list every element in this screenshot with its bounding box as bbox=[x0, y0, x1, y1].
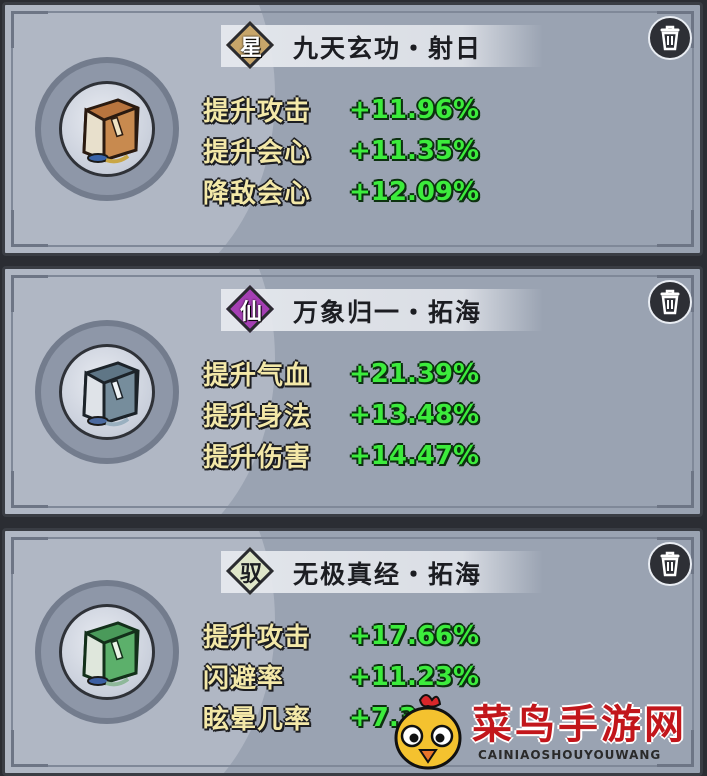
stat-row: 提升攻击 +11.96% bbox=[203, 89, 479, 130]
book-icon bbox=[82, 621, 140, 687]
stat-name: 提升身法 bbox=[203, 402, 312, 432]
stat-value: +12.09% bbox=[349, 176, 480, 207]
trash-icon bbox=[660, 25, 680, 51]
skill-card: 星 九天玄功・射日 提升攻击 +11.96% 提升会心 +11.35% 降敌会心… bbox=[2, 2, 703, 256]
corner-ornament bbox=[11, 11, 48, 48]
delete-button[interactable] bbox=[648, 542, 692, 586]
stat-name: 闪避率 bbox=[203, 664, 285, 694]
watermark-brand: 菜鸟手游网 bbox=[472, 702, 687, 748]
rank-label: 仙 bbox=[239, 299, 262, 325]
stat-name: 降敌会心 bbox=[203, 179, 312, 209]
skill-title: 九天玄功・射日 bbox=[293, 34, 483, 63]
skill-title: 万象归一・拓海 bbox=[293, 298, 483, 327]
stat-list: 提升气血 +21.39% 提升身法 +13.48% 提升伤害 +14.47% bbox=[203, 353, 479, 476]
delete-button[interactable] bbox=[648, 16, 692, 60]
stat-row: 降敌会心 +12.09% bbox=[203, 171, 479, 212]
skill-title: 无极真经・拓海 bbox=[293, 560, 483, 589]
rank-label: 驭 bbox=[239, 561, 262, 587]
stat-row: 提升伤害 +14.47% bbox=[203, 435, 479, 476]
rank-badge: 仙 bbox=[225, 284, 275, 334]
corner-ornament bbox=[11, 730, 48, 767]
rank-badge: 星 bbox=[225, 20, 275, 70]
stat-row: 提升气血 +21.39% bbox=[203, 353, 479, 394]
stat-value: +11.23% bbox=[349, 661, 480, 692]
skill-icon-slot[interactable] bbox=[35, 319, 179, 464]
stat-row: 提升身法 +13.48% bbox=[203, 394, 479, 435]
delete-button[interactable] bbox=[648, 280, 692, 324]
stat-row: 提升攻击 +17.66% bbox=[203, 615, 479, 656]
skill-icon-background bbox=[59, 81, 155, 177]
stat-name: 提升攻击 bbox=[203, 97, 312, 127]
book-icon bbox=[82, 360, 140, 426]
stat-value: +14.47% bbox=[349, 440, 480, 471]
watermark-url: CAINIAOSHOUYOUWANG bbox=[478, 748, 662, 762]
corner-ornament bbox=[657, 210, 694, 247]
skill-card: 仙 万象归一・拓海 提升气血 +21.39% 提升身法 +13.48% 提升伤害… bbox=[2, 266, 703, 517]
stat-value: +21.39% bbox=[349, 358, 480, 389]
stat-value: +13.48% bbox=[349, 399, 480, 430]
skill-icon-slot[interactable] bbox=[35, 580, 179, 724]
book-icon bbox=[82, 98, 140, 164]
stat-name: 提升会心 bbox=[203, 138, 312, 168]
stat-row: 提升会心 +11.35% bbox=[203, 130, 479, 171]
stat-value: +11.35% bbox=[349, 135, 480, 166]
rank-label: 星 bbox=[239, 35, 262, 61]
stat-name: 提升气血 bbox=[203, 361, 312, 391]
corner-ornament bbox=[11, 275, 48, 312]
corner-ornament bbox=[657, 471, 694, 508]
stat-name: 提升攻击 bbox=[203, 623, 312, 653]
bird-mascot-icon bbox=[394, 694, 462, 770]
corner-ornament bbox=[11, 210, 48, 247]
site-watermark: 菜鸟手游网 CAINIAOSHOUYOUWANG bbox=[388, 690, 706, 776]
rank-badge: 驭 bbox=[225, 546, 275, 596]
skill-icon-slot[interactable] bbox=[35, 57, 179, 201]
stat-name: 提升伤害 bbox=[203, 443, 312, 473]
stat-value: +11.96% bbox=[349, 94, 480, 125]
trash-icon bbox=[660, 289, 680, 315]
corner-ornament bbox=[11, 471, 48, 508]
skill-icon-background bbox=[59, 343, 155, 440]
trash-icon bbox=[660, 551, 680, 577]
corner-ornament bbox=[11, 537, 48, 574]
stat-list: 提升攻击 +11.96% 提升会心 +11.35% 降敌会心 +12.09% bbox=[203, 89, 479, 212]
stat-value: +17.66% bbox=[349, 620, 480, 651]
stat-name: 眩晕几率 bbox=[203, 705, 312, 735]
skill-icon-background bbox=[59, 604, 155, 700]
